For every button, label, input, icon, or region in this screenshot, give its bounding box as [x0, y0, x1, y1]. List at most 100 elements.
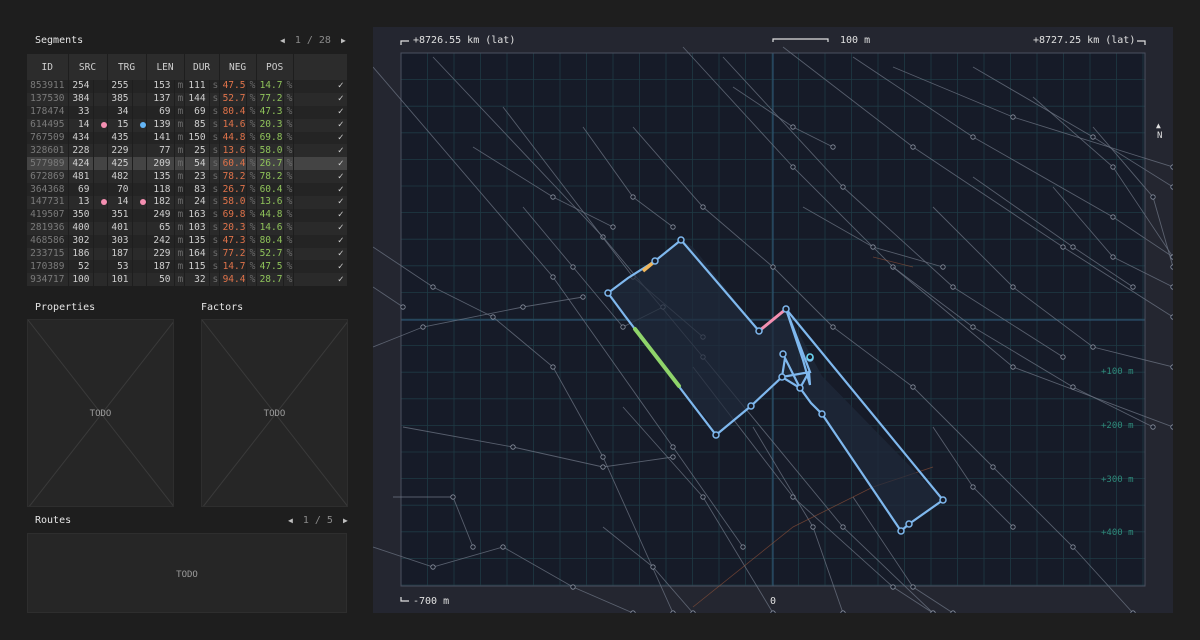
table-row[interactable]: 328601 228 229 77 m 25 s 13.6% 58.0% ✓	[27, 144, 348, 158]
next-page-icon[interactable]: ▶	[341, 36, 346, 45]
prev-page-icon[interactable]: ◀	[288, 516, 293, 525]
factors-placeholder: TODO	[263, 409, 286, 419]
cell-id: 934717	[27, 273, 69, 287]
road-node-icon	[690, 610, 696, 613]
cell-dur: 111	[184, 80, 210, 93]
road-node-icon	[1110, 254, 1116, 260]
route-node-icon[interactable]	[905, 520, 913, 528]
check-icon: ✓	[293, 144, 348, 158]
table-row[interactable]: 170389 52 53 187 m 115 s 14.7% 47.5% ✓	[27, 260, 348, 274]
table-row[interactable]: 147731 13 14 182 m 24 s 58.0% 13.6% ✓	[27, 196, 348, 209]
table-row[interactable]: 419507 350 351 249 m 163 s 69.8% 44.8% ✓	[27, 208, 348, 222]
check-icon: ✓	[293, 260, 348, 274]
cell-dur-unit: s	[209, 183, 220, 197]
cell-pos: 77.2	[256, 92, 284, 106]
column-header-dur[interactable]: DUR	[184, 54, 220, 80]
prev-page-icon[interactable]: ◀	[280, 36, 285, 45]
route-node-icon[interactable]	[677, 236, 685, 244]
table-row[interactable]: 934717 100 101 50 m 32 s 94.4% 28.7% ✓	[27, 273, 348, 287]
table-row[interactable]: 767509 434 435 141 m 150 s 44.8% 69.8% ✓	[27, 131, 348, 145]
column-header-len[interactable]: LEN	[146, 54, 185, 80]
properties-title: Properties	[35, 302, 96, 313]
north-arrow-icon: ▲	[1156, 121, 1161, 130]
route-node-icon[interactable]	[778, 373, 786, 381]
check-icon: ✓	[293, 105, 348, 119]
column-header-src[interactable]: SRC	[68, 54, 108, 80]
cell-pos: 14.7	[256, 80, 284, 93]
route-node-icon[interactable]	[755, 327, 763, 335]
route-node-icon[interactable]	[747, 402, 755, 410]
cell-dur: 23	[184, 170, 210, 184]
table-row[interactable]: 137530 384 385 137 m 144 s 52.7% 77.2% ✓	[27, 92, 348, 106]
selected-node-icon[interactable]	[806, 353, 814, 361]
route-node-icon[interactable]	[939, 496, 947, 504]
table-row[interactable]: 853911 254 255 153 m 111 s 47.5% 14.7% ✓	[27, 80, 348, 93]
table-row[interactable]: 178474 33 34 69 m 69 s 80.4% 47.3% ✓	[27, 105, 348, 119]
route-node-icon[interactable]	[712, 431, 720, 439]
table-row[interactable]: 468586 302 303 242 m 135 s 47.3% 80.4% ✓	[27, 234, 348, 248]
road-node-icon	[450, 494, 456, 500]
route-node-icon[interactable]	[796, 384, 804, 392]
next-page-icon[interactable]: ▶	[343, 516, 348, 525]
check-icon: ✓	[293, 131, 348, 145]
table-row[interactable]: 281936 400 401 65 m 103 s 20.3% 14.6% ✓	[27, 221, 348, 235]
route-node-icon[interactable]	[818, 410, 826, 418]
route-node-icon[interactable]	[897, 527, 905, 535]
road-node-icon	[890, 584, 896, 590]
cell-dur: 83	[184, 183, 210, 197]
road-node-icon	[790, 164, 796, 170]
cell-src-marker	[93, 183, 108, 197]
cell-dur: 25	[184, 144, 210, 158]
route-node-icon[interactable]	[782, 305, 790, 313]
cell-neg-unit: %	[246, 80, 257, 93]
src-marker-dot-icon	[100, 121, 107, 128]
table-row[interactable]: 614495 14 15 139 m 85 s 14.6% 20.3% ✓	[27, 118, 348, 132]
map-view[interactable]: +8726.55 km (lat) 100 m +8727.25 km (lat…	[373, 27, 1173, 613]
road-node-icon	[550, 274, 556, 280]
table-row[interactable]: 672869 481 482 135 m 23 s 78.2% 78.2% ✓	[27, 170, 348, 184]
road-node-icon	[1170, 184, 1173, 190]
cell-len: 187	[146, 260, 175, 274]
cell-trg: 255	[107, 80, 133, 93]
cell-src-marker	[93, 208, 108, 222]
cell-dur-unit: s	[209, 144, 220, 158]
road-node-icon	[940, 264, 946, 270]
cell-trg-marker	[132, 208, 147, 222]
column-header-pos[interactable]: POS	[256, 54, 294, 80]
segments-pager: ◀ 1 / 28 ▶	[280, 35, 346, 46]
route-node-icon[interactable]	[604, 289, 612, 297]
check-icon: ✓	[293, 80, 348, 93]
map-canvas[interactable]	[373, 27, 1173, 613]
road-node-icon	[550, 194, 556, 200]
cell-len-unit: m	[174, 80, 185, 93]
column-header-id[interactable]: ID	[27, 54, 69, 80]
cell-src: 13	[68, 196, 94, 209]
cell-trg-marker	[132, 118, 147, 132]
cell-src-marker	[93, 247, 108, 261]
column-header-trg[interactable]: TRG	[107, 54, 147, 80]
cell-id: 672869	[27, 170, 69, 184]
cell-dur: 115	[184, 260, 210, 274]
road-node-icon	[550, 364, 556, 370]
route-node-icon[interactable]	[779, 350, 787, 358]
table-row[interactable]: 364368 69 70 118 m 83 s 26.7% 60.4% ✓	[27, 183, 348, 197]
cell-pos-unit: %	[283, 183, 294, 197]
road-node-icon	[1170, 284, 1173, 290]
cell-id: 233715	[27, 247, 69, 261]
cell-neg: 47.5	[219, 80, 247, 93]
cell-trg-marker	[132, 196, 147, 209]
cell-src-marker	[93, 131, 108, 145]
route-node-icon[interactable]	[651, 257, 659, 265]
column-header-neg[interactable]: NEG	[219, 54, 257, 80]
cell-dur-unit: s	[209, 260, 220, 274]
table-row[interactable]: 233715 186 187 229 m 164 s 77.2% 52.7% ✓	[27, 247, 348, 261]
map-top-left-coordinate: +8726.55 km (lat)	[413, 35, 516, 46]
routes-placeholder: TODO	[176, 570, 198, 580]
road-node-icon	[1060, 244, 1066, 250]
cell-src: 350	[68, 208, 94, 222]
cell-src: 302	[68, 234, 94, 248]
cell-len-unit: m	[174, 273, 185, 287]
cell-src: 384	[68, 92, 94, 106]
table-row[interactable]: 577989 424 425 209 m 54 s 60.4% 26.7% ✓	[27, 157, 348, 171]
road-node-icon	[910, 144, 916, 150]
